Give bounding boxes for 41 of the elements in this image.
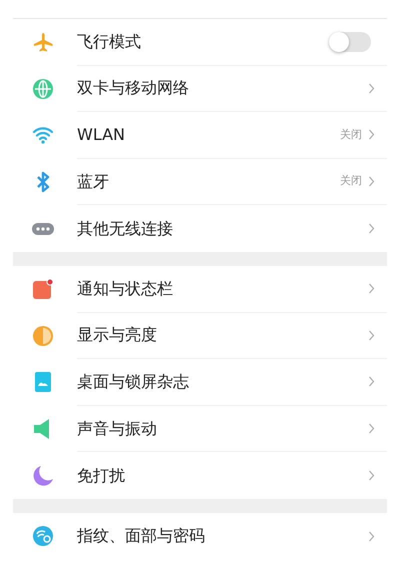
setting-label: 声音与振动 [77, 418, 157, 440]
brightness-icon [32, 324, 54, 347]
settings-row[interactable]: 显示与亮度 [13, 312, 387, 360]
moon-icon [32, 464, 54, 487]
airplane-icon [32, 31, 54, 54]
chevron-icon [368, 82, 375, 94]
settings-row[interactable]: 声音与振动 [13, 406, 387, 452]
settings-row[interactable]: 免打扰 [13, 452, 387, 499]
wallpaper-icon [32, 371, 54, 394]
chevron-icon [368, 223, 375, 234]
setting-label: 指纹、面部与密码 [77, 525, 205, 548]
setting-label: 通知与状态栏 [77, 278, 173, 300]
settings-row[interactable]: 双卡与移动网络 [13, 66, 387, 112]
setting-label: WLAN [77, 124, 126, 146]
settings-row[interactable]: 其他无线连接 [13, 205, 387, 252]
chevron-icon [368, 283, 375, 294]
setting-label: 其他无线连接 [77, 218, 173, 240]
settings-row[interactable]: 飞行模式 [13, 19, 387, 66]
chevron-icon [368, 129, 375, 140]
setting-value: 关闭 [340, 173, 362, 190]
setting-label: 飞行模式 [77, 30, 141, 53]
chevron-icon [368, 530, 375, 542]
chevron-icon [368, 376, 375, 388]
setting-label: 蓝牙 [77, 170, 109, 193]
chevron-icon [368, 176, 375, 188]
chevron-icon [368, 470, 375, 482]
settings-row[interactable]: WLAN 关闭 [13, 112, 387, 159]
settings-row[interactable]: 通知与状态栏 [13, 266, 387, 313]
chevron-icon [368, 423, 375, 434]
settings-row[interactable]: 蓝牙 关闭 [13, 158, 387, 206]
globe-icon [32, 78, 54, 100]
setting-label: 桌面与锁屏杂志 [77, 370, 189, 393]
setting-label: 双卡与移动网络 [77, 77, 189, 100]
setting-label: 显示与亮度 [77, 324, 157, 346]
toggle-switch[interactable] [329, 32, 371, 52]
notification-icon [32, 278, 54, 300]
setting-label: 免打扰 [77, 464, 125, 487]
settings-row[interactable]: 桌面与锁屏杂志 [13, 359, 387, 406]
setting-value: 关闭 [340, 126, 362, 143]
chevron-icon [368, 330, 375, 341]
settings-row[interactable]: 指纹、面部与密码 [13, 512, 387, 560]
